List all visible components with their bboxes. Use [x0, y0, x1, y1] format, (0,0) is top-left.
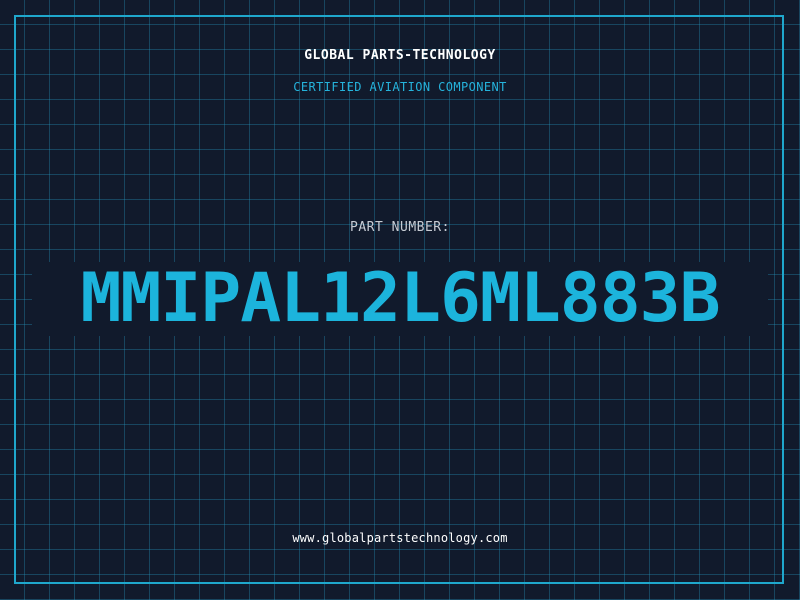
part-number-value: MMIPAL12L6ML883B — [80, 259, 720, 338]
website-url: www.globalpartstechnology.com — [292, 531, 508, 545]
tagline: CERTIFIED AVIATION COMPONENT — [293, 80, 507, 94]
part-number-label: PART NUMBER: — [350, 220, 450, 235]
company-name: GLOBAL PARTS-TECHNOLOGY — [304, 48, 496, 63]
